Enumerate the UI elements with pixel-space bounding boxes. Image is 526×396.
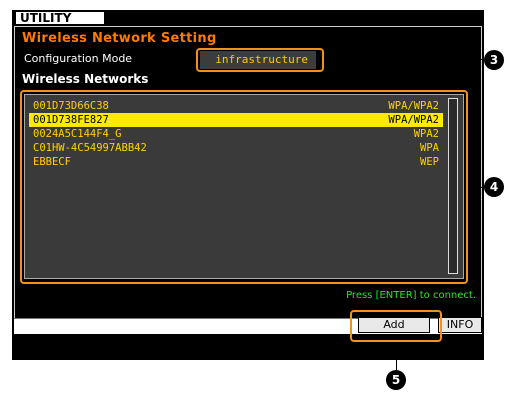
wireless-networks-heading: Wireless Networks	[22, 72, 149, 86]
callout-badge-add: 5	[386, 370, 406, 390]
callout-leader-list	[468, 187, 484, 188]
callout-frame-list	[20, 90, 468, 284]
callout-leader-add	[396, 342, 397, 370]
configuration-mode-label: Configuration Mode	[24, 52, 133, 65]
page-title: Wireless Network Setting	[22, 31, 217, 46]
callout-leader-config	[324, 59, 484, 60]
callout-frame-config	[196, 48, 324, 72]
info-button[interactable]: INFO	[438, 317, 482, 333]
status-message: Press [ENTER] to connect.	[346, 290, 476, 301]
utility-tab[interactable]: UTILITY	[14, 10, 106, 25]
callout-badge-config: 3	[484, 50, 504, 70]
callout-frame-add	[350, 310, 442, 342]
callout-badge-list: 4	[484, 177, 504, 197]
